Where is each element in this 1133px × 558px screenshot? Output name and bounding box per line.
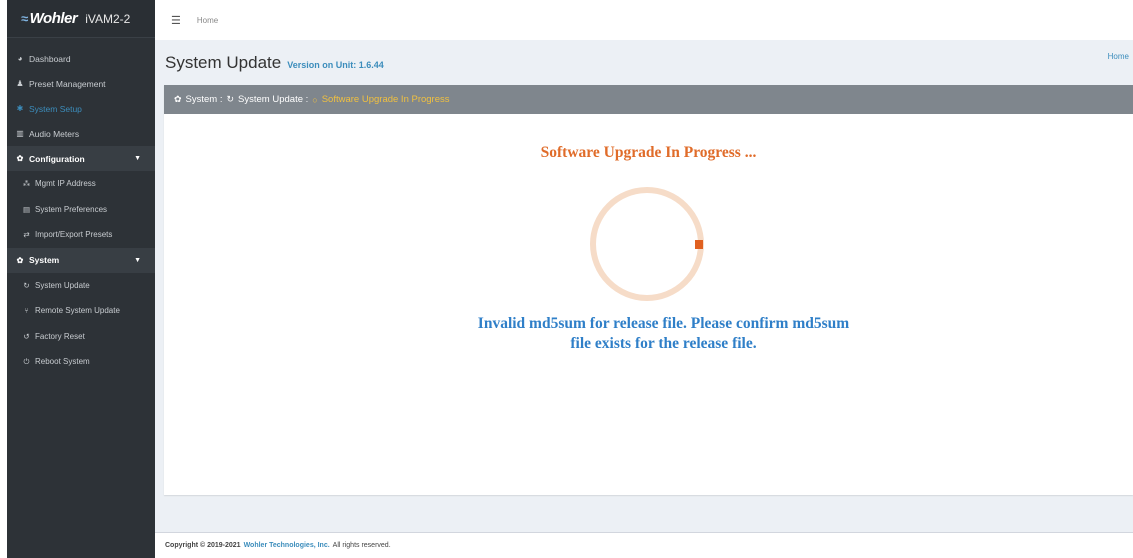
sidebar-item-mgmt-ip[interactable]: ⁂ Mgmt IP Address xyxy=(7,171,155,197)
sidebar-item-factory-reset[interactable]: ↺ Factory Reset xyxy=(7,324,155,350)
gear-icon: ✿ xyxy=(16,154,24,163)
brand-name: Wohler xyxy=(29,10,78,27)
top-breadcrumb-home[interactable]: Home xyxy=(197,16,218,25)
crumb-current: Software Upgrade In Progress xyxy=(321,94,450,105)
panel-body: Software Upgrade In Progress ... Invalid… xyxy=(164,114,1133,495)
wave-logo-icon: ≈ xyxy=(21,11,28,26)
power-icon: ⏻ xyxy=(23,356,30,366)
sidebar-item-remote-system-update[interactable]: ⑂ Remote System Update xyxy=(7,298,155,324)
content-wrapper: System Update Version on Unit: 1.6.44 Ho… xyxy=(155,40,1133,532)
gears-icon: ✿ xyxy=(16,255,24,265)
error-line-1: Invalid md5sum for release file. Please … xyxy=(477,315,850,332)
error-line-2: file exists for the release file. xyxy=(570,335,757,352)
crumb-system[interactable]: System : xyxy=(186,94,223,105)
chevron-down-icon: ▼ xyxy=(134,155,141,162)
page-title: System Update xyxy=(165,52,282,72)
chevron-down-icon: ▼ xyxy=(134,256,141,264)
loading-spinner-icon xyxy=(590,187,704,301)
sidebar: ≈ Wohler iVAM2-2 ◕ Dashboard ♟ Preset Ma… xyxy=(7,0,155,558)
users-icon: ♟ xyxy=(16,79,24,88)
group-label: System xyxy=(29,255,60,265)
sidebar-item-label: Audio Meters xyxy=(29,128,80,139)
refresh-icon: ↻ xyxy=(23,280,30,290)
sidebar-item-label: System Update xyxy=(35,280,90,290)
spinner-small-icon: ○ xyxy=(312,94,318,105)
sidebar-group-system[interactable]: ✿ System ▼ xyxy=(7,247,155,273)
sidebar-item-label: Remote System Update xyxy=(35,306,120,316)
sidebar-item-preset-management[interactable]: ♟ Preset Management xyxy=(7,71,155,96)
wrench-icon: ✱ xyxy=(16,104,24,113)
sidebar-item-reboot-system[interactable]: ⏻ Reboot System xyxy=(7,349,155,375)
device-model: iVAM2-2 xyxy=(85,11,131,26)
sidebar-item-label: System Setup xyxy=(29,103,82,114)
spinner-head xyxy=(695,240,703,249)
version-label: Version on Unit: 1.6.44 xyxy=(287,59,384,70)
sidebar-item-label: Import/Export Presets xyxy=(35,230,113,240)
sidebar-item-label: Reboot System xyxy=(35,357,90,367)
error-message: Invalid md5sum for release file. Please … xyxy=(164,314,1133,354)
sidebar-item-label: Preset Management xyxy=(29,78,106,89)
sidebar-item-label: Factory Reset xyxy=(35,331,85,341)
gears-icon: ✿ xyxy=(174,94,182,104)
update-panel: ✿ System : ↻ System Update : ○ Software … xyxy=(164,85,1133,495)
dashboard-icon: ◕ xyxy=(17,54,23,63)
progress-title: Software Upgrade In Progress ... xyxy=(540,144,757,161)
sidebar-item-dashboard[interactable]: ◕ Dashboard xyxy=(7,46,155,71)
top-navbar: ☰ Home xyxy=(155,0,1133,40)
sidebar-item-label: System Preferences xyxy=(35,204,108,214)
sidebar-item-audio-meters[interactable]: ▥ Audio Meters xyxy=(7,121,155,146)
page-header: System Update Version on Unit: 1.6.44 Ho… xyxy=(155,40,1133,85)
brand[interactable]: ≈ Wohler iVAM2-2 xyxy=(7,0,155,38)
sidebar-item-system-preferences[interactable]: ▤ System Preferences xyxy=(7,197,155,223)
breadcrumb-home-link[interactable]: Home xyxy=(1108,52,1129,61)
spinner-ring xyxy=(590,187,704,301)
rights-text: All rights reserved. xyxy=(332,542,391,549)
sidebar-group-configuration[interactable]: ✿ Configuration ▼ xyxy=(7,146,155,171)
brand-logo: ≈ Wohler xyxy=(21,10,78,27)
exchange-icon: ⇄ xyxy=(23,230,30,240)
sidebar-item-import-export[interactable]: ⇄ Import/Export Presets xyxy=(7,222,155,248)
group-label: Configuration xyxy=(29,153,85,164)
refresh-icon: ↻ xyxy=(226,94,235,104)
crumb-system-update[interactable]: System Update : xyxy=(238,94,308,105)
network-icon: ⁂ xyxy=(22,179,31,189)
sidebar-item-label: Dashboard xyxy=(29,53,71,64)
sitemap-icon: ⑂ xyxy=(24,306,29,316)
sidebar-item-system-setup[interactable]: ✱ System Setup xyxy=(7,96,155,121)
company-link[interactable]: Wohler Technologies, Inc. xyxy=(244,542,330,549)
panel-breadcrumb: ✿ System : ↻ System Update : ○ Software … xyxy=(164,85,1133,114)
footer: Copyright © 2019-2021 Wohler Technologie… xyxy=(155,532,1133,558)
app-root: ≈ Wohler iVAM2-2 ◕ Dashboard ♟ Preset Ma… xyxy=(0,0,1133,558)
hamburger-menu-icon[interactable]: ☰ xyxy=(171,14,181,27)
bar-chart-icon: ▥ xyxy=(16,129,24,138)
undo-icon: ↺ xyxy=(23,331,30,341)
sliders-icon: ▤ xyxy=(22,204,31,214)
sidebar-item-system-update[interactable]: ↻ System Update xyxy=(7,273,155,299)
sidebar-item-label: Mgmt IP Address xyxy=(35,179,96,189)
sidebar-nav: ◕ Dashboard ♟ Preset Management ✱ System… xyxy=(7,38,155,375)
copyright-text: Copyright © 2019-2021 xyxy=(165,542,241,549)
